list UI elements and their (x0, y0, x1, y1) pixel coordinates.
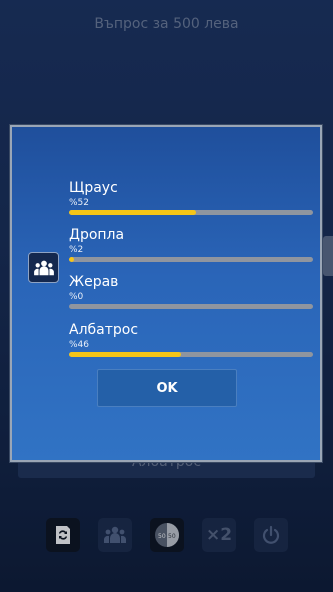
answer-label: Албатрос (69, 322, 139, 338)
percent-bar-track (69, 352, 313, 357)
ok-button[interactable]: OK (97, 369, 237, 407)
audience-badge (28, 252, 59, 283)
percent-bar-fill (69, 352, 182, 357)
poll-row: Албатрос %46 (69, 321, 315, 357)
poll-row: Щраус %52 (69, 179, 315, 215)
percent-label: %46 (69, 340, 90, 350)
percent-label: %2 (69, 245, 84, 255)
percent-bar-fill (69, 210, 196, 215)
percent-bar-track (69, 304, 313, 309)
percent-label: %52 (69, 198, 90, 208)
percent-bar-fill (69, 257, 74, 262)
answer-label: Жерав (69, 274, 119, 290)
percent-label: %0 (69, 292, 84, 302)
poll-row: Дропла %2 (69, 226, 315, 262)
answer-label: Щраус (69, 180, 118, 196)
percent-bar-track (69, 210, 313, 215)
percent-bar-track (69, 257, 313, 262)
answer-label: Дропла (69, 227, 125, 243)
audience-icon (33, 260, 54, 275)
audience-poll-dialog: Щраус %52 Дропла %2 Жерав %0 Албатрос %4… (10, 125, 322, 462)
poll-row: Жерав %0 (69, 273, 315, 309)
